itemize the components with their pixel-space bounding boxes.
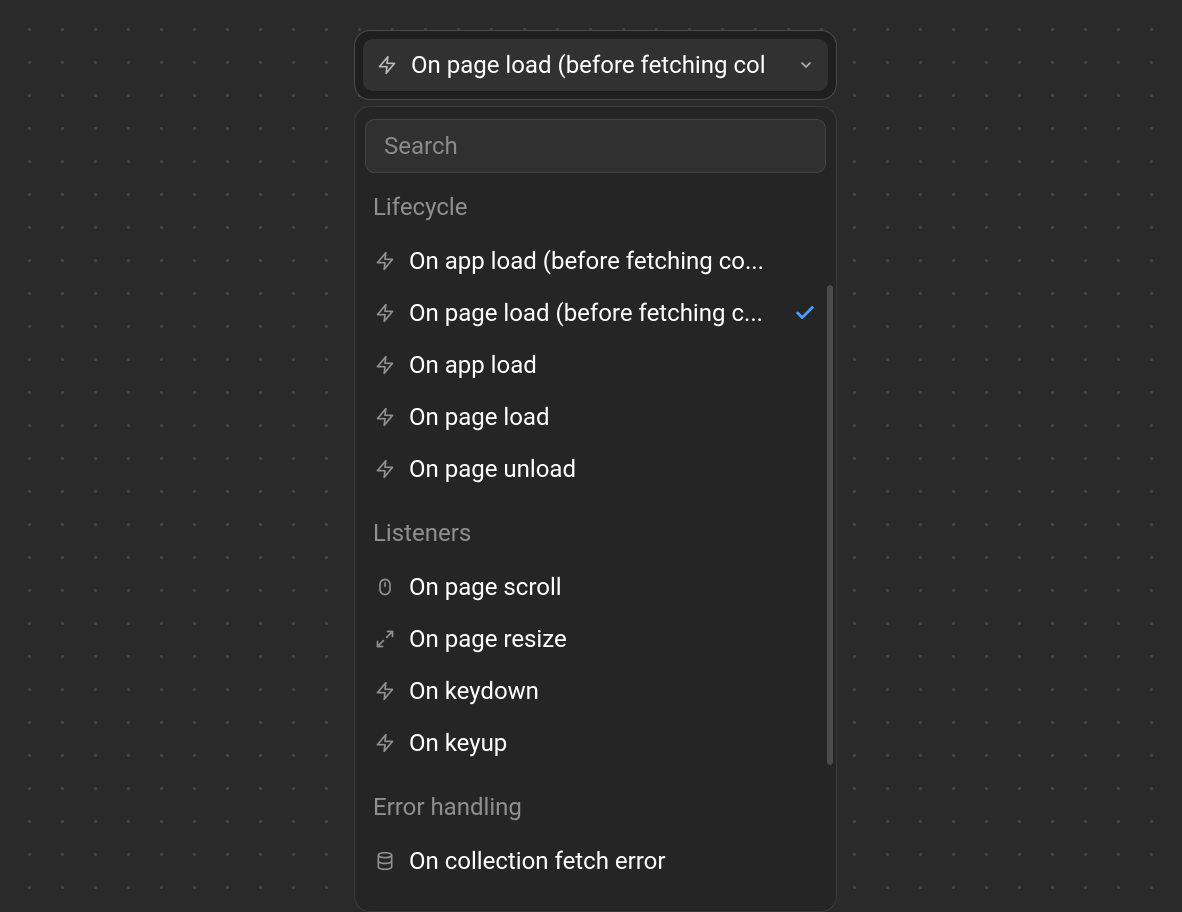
dropdown-item-on-page-resize[interactable]: On page resize xyxy=(369,613,822,665)
lightning-icon xyxy=(375,733,395,753)
event-dropdown-panel: Lifecycle On app load (before fetching c… xyxy=(354,106,837,912)
lightning-icon xyxy=(375,355,395,375)
dropdown-item-label: On collection fetch error xyxy=(409,847,789,875)
dropdown-item-label: On app load (before fetching co... xyxy=(409,247,789,275)
dropdown-item-on-app-load[interactable]: On app load xyxy=(369,339,822,391)
dropdown-item-label: On page load xyxy=(409,403,789,431)
dropdown-item-on-keyup[interactable]: On keyup xyxy=(369,717,822,769)
dropdown-item-on-page-load[interactable]: On page load xyxy=(369,391,822,443)
dropdown-trigger-label: On page load (before fetching col xyxy=(411,51,784,79)
dropdown-item-label: On keydown xyxy=(409,677,789,705)
lightning-icon xyxy=(375,251,395,271)
lightning-icon xyxy=(375,303,395,323)
chevron-down-icon xyxy=(798,57,814,73)
section-header-listeners: Listeners xyxy=(369,513,822,561)
dropdown-item-label: On page scroll xyxy=(409,573,789,601)
dropdown-item-on-page-load-before[interactable]: On page load (before fetching c... xyxy=(369,287,822,339)
dropdown-item-on-page-scroll[interactable]: On page scroll xyxy=(369,561,822,613)
dropdown-item-on-keydown[interactable]: On keydown xyxy=(369,665,822,717)
dropdown-item-label: On app load xyxy=(409,351,789,379)
event-dropdown-trigger[interactable]: On page load (before fetching col xyxy=(354,30,837,100)
search-input[interactable] xyxy=(365,119,826,173)
dropdown-item-label: On page resize xyxy=(409,625,789,653)
dropdown-item-on-collection-fetch-error[interactable]: On collection fetch error xyxy=(369,835,822,887)
dropdown-item-on-page-unload[interactable]: On page unload xyxy=(369,443,822,495)
check-icon xyxy=(794,302,816,324)
section-header-lifecycle: Lifecycle xyxy=(369,187,822,235)
dropdown-item-label: On page load (before fetching c... xyxy=(409,299,780,327)
lightning-icon xyxy=(377,55,397,75)
dropdown-item-label: On keyup xyxy=(409,729,789,757)
resize-icon xyxy=(375,629,395,649)
database-icon xyxy=(375,851,395,871)
lightning-icon xyxy=(375,681,395,701)
lightning-icon xyxy=(375,407,395,427)
mouse-icon xyxy=(375,577,395,597)
lightning-icon xyxy=(375,459,395,479)
dropdown-item-on-app-load-before[interactable]: On app load (before fetching co... xyxy=(369,235,822,287)
section-header-error-handling: Error handling xyxy=(369,787,822,835)
dropdown-list: Lifecycle On app load (before fetching c… xyxy=(363,187,828,887)
scrollbar[interactable] xyxy=(827,285,833,765)
dropdown-item-label: On page unload xyxy=(409,455,789,483)
